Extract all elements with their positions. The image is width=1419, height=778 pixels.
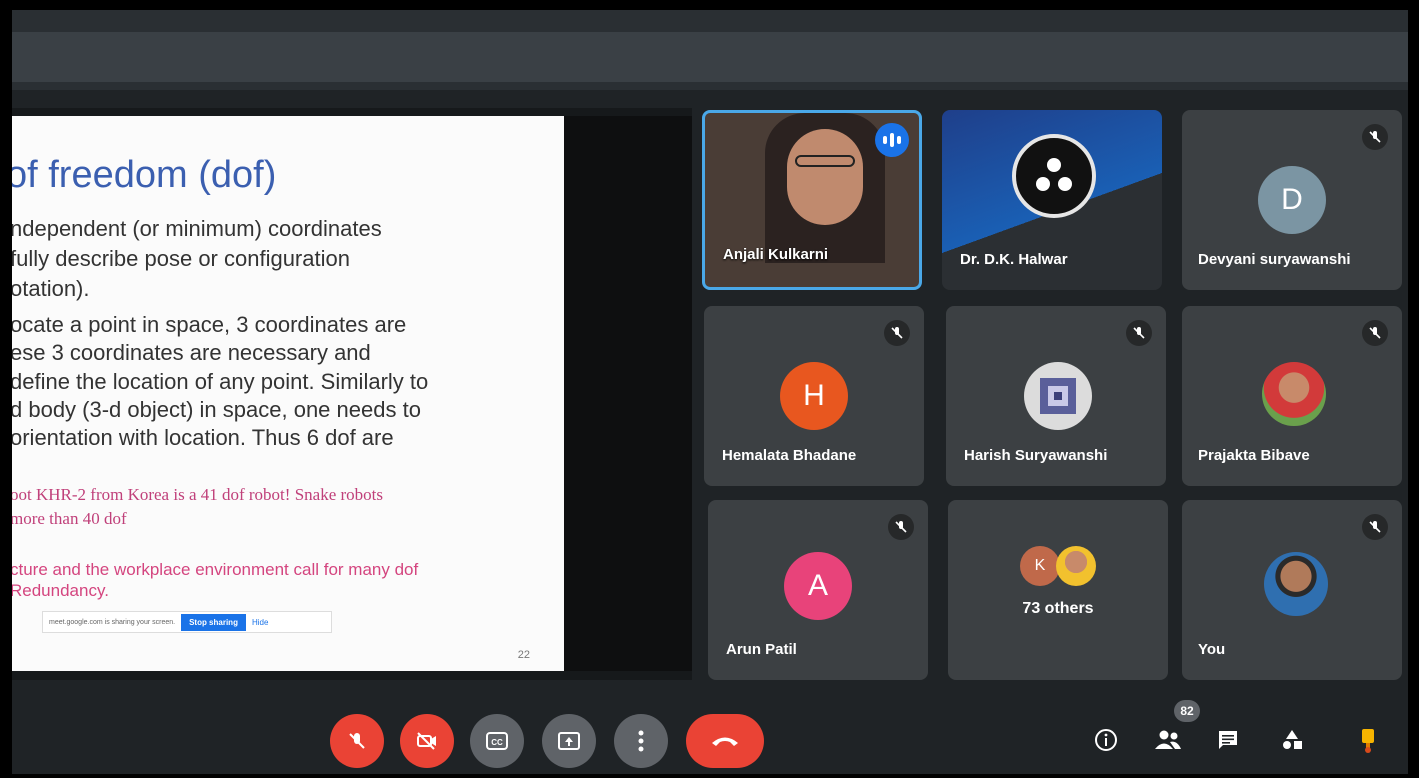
slide-text-line: otation). [12,276,90,301]
participant-name: Arun Patil [726,641,797,658]
hang-up-icon [712,737,738,746]
host-controls-button[interactable] [1350,722,1386,758]
mic-off-icon [1362,320,1388,346]
info-icon [1095,729,1117,751]
participant-count-badge: 82 [1174,700,1200,722]
avatar [1264,552,1328,616]
mic-off-icon [888,514,914,540]
slide-note: oot KHR-2 from Korea is a 41 dof robot! … [12,485,383,504]
avatar: K [1020,546,1060,586]
participant-name: Harish Suryawanshi [964,447,1108,464]
more-options-button[interactable] [614,714,668,768]
chat-icon [1219,731,1237,749]
mic-off-icon [349,733,365,749]
leave-call-button[interactable] [686,714,764,768]
slide: of freedom (dof) ndependent (or minimum)… [12,116,564,671]
svg-text:CC: CC [491,738,503,747]
slide-text-line: orientation with location. Thus 6 dof ar… [12,425,394,450]
slide-text-line: ndependent (or minimum) coordinates [12,216,382,241]
speaking-indicator-icon [875,123,909,157]
people-icon [1155,730,1181,749]
mic-off-icon [1126,320,1152,346]
hide-button[interactable]: Hide [252,618,268,627]
mic-toggle-button[interactable] [330,714,384,768]
participant-name: You [1198,641,1226,658]
slide-text-line: define the location of any point. Simila… [12,369,429,394]
participant-video [765,113,885,263]
lock-person-icon [1362,729,1374,753]
slide-margin [564,116,692,671]
meeting-controls: CC 82 [12,696,1408,774]
avatar [1024,362,1092,430]
more-vert-icon [638,730,644,752]
avatar: H [780,362,848,430]
top-bar [12,10,1408,90]
camera-toggle-button[interactable] [400,714,454,768]
slide-note: Redundancy. [12,581,109,600]
people-button[interactable] [1150,722,1186,758]
present-screen-icon [558,732,580,750]
stop-sharing-button[interactable]: Stop sharing [181,613,246,631]
chat-button[interactable] [1210,722,1246,758]
slide-page-number: 22 [517,649,530,661]
mic-off-icon [884,320,910,346]
slide-text-line: ocate a point in space, 3 coordinates ar… [12,312,407,337]
participant-tile-arun[interactable]: A Arun Patil [708,500,928,680]
participant-tile-hemalata[interactable]: H Hemalata Bhadane [704,306,924,486]
slide-text-line: d body (3-d object) in space, one needs … [12,397,421,422]
slide-text-line: ese 3 coordinates are necessary and [12,340,371,365]
slide-text-line: fully describe pose or configuration [12,246,350,271]
avatar: D [1258,166,1326,234]
participant-name: Hemalata Bhadane [722,447,857,464]
participant-name: Prajakta Bibave [1198,447,1310,464]
participant-name: Devyani suryawanshi [1198,251,1351,268]
slide-title: of freedom (dof) [12,154,277,196]
captions-icon: CC [486,732,508,750]
participant-tile-anjali[interactable]: Anjali Kulkarni [702,110,922,290]
obs-logo-icon [1012,134,1096,218]
avatar [1262,362,1326,426]
participant-tile-harish[interactable]: Harish Suryawanshi [946,306,1166,486]
captions-button[interactable]: CC [470,714,524,768]
activities-icon [1283,730,1302,749]
participant-tile-prajakta[interactable]: Prajakta Bibave [1182,306,1402,486]
sharing-text: meet.google.com is sharing your screen. [49,618,176,626]
activities-button[interactable] [1274,722,1310,758]
meeting-screen: of freedom (dof) ndependent (or minimum)… [12,10,1408,774]
participant-name: Anjali Kulkarni [723,246,829,263]
others-count: 73 others [1022,600,1094,617]
mic-off-icon [1362,514,1388,540]
camera-off-icon [417,732,436,750]
participant-tile-dk[interactable]: Dr. D.K. Halwar [942,110,1162,290]
sharing-notification: meet.google.com is sharing your screen. … [42,611,332,633]
participant-tile-others[interactable]: K 73 others [948,500,1168,680]
participant-tile-devyani[interactable]: D Devyani suryawanshi [1182,110,1402,290]
slide-note: cture and the workplace environment call… [12,560,419,579]
participant-tile-you[interactable]: You [1182,500,1402,680]
presentation-area: of freedom (dof) ndependent (or minimum)… [12,108,692,680]
mic-off-icon [1362,124,1388,150]
meeting-info-button[interactable] [1088,722,1124,758]
participant-name: Dr. D.K. Halwar [960,251,1068,268]
slide-note: more than 40 dof [12,509,127,528]
present-button[interactable] [542,714,596,768]
avatar: A [784,552,852,620]
avatar [1056,546,1096,586]
